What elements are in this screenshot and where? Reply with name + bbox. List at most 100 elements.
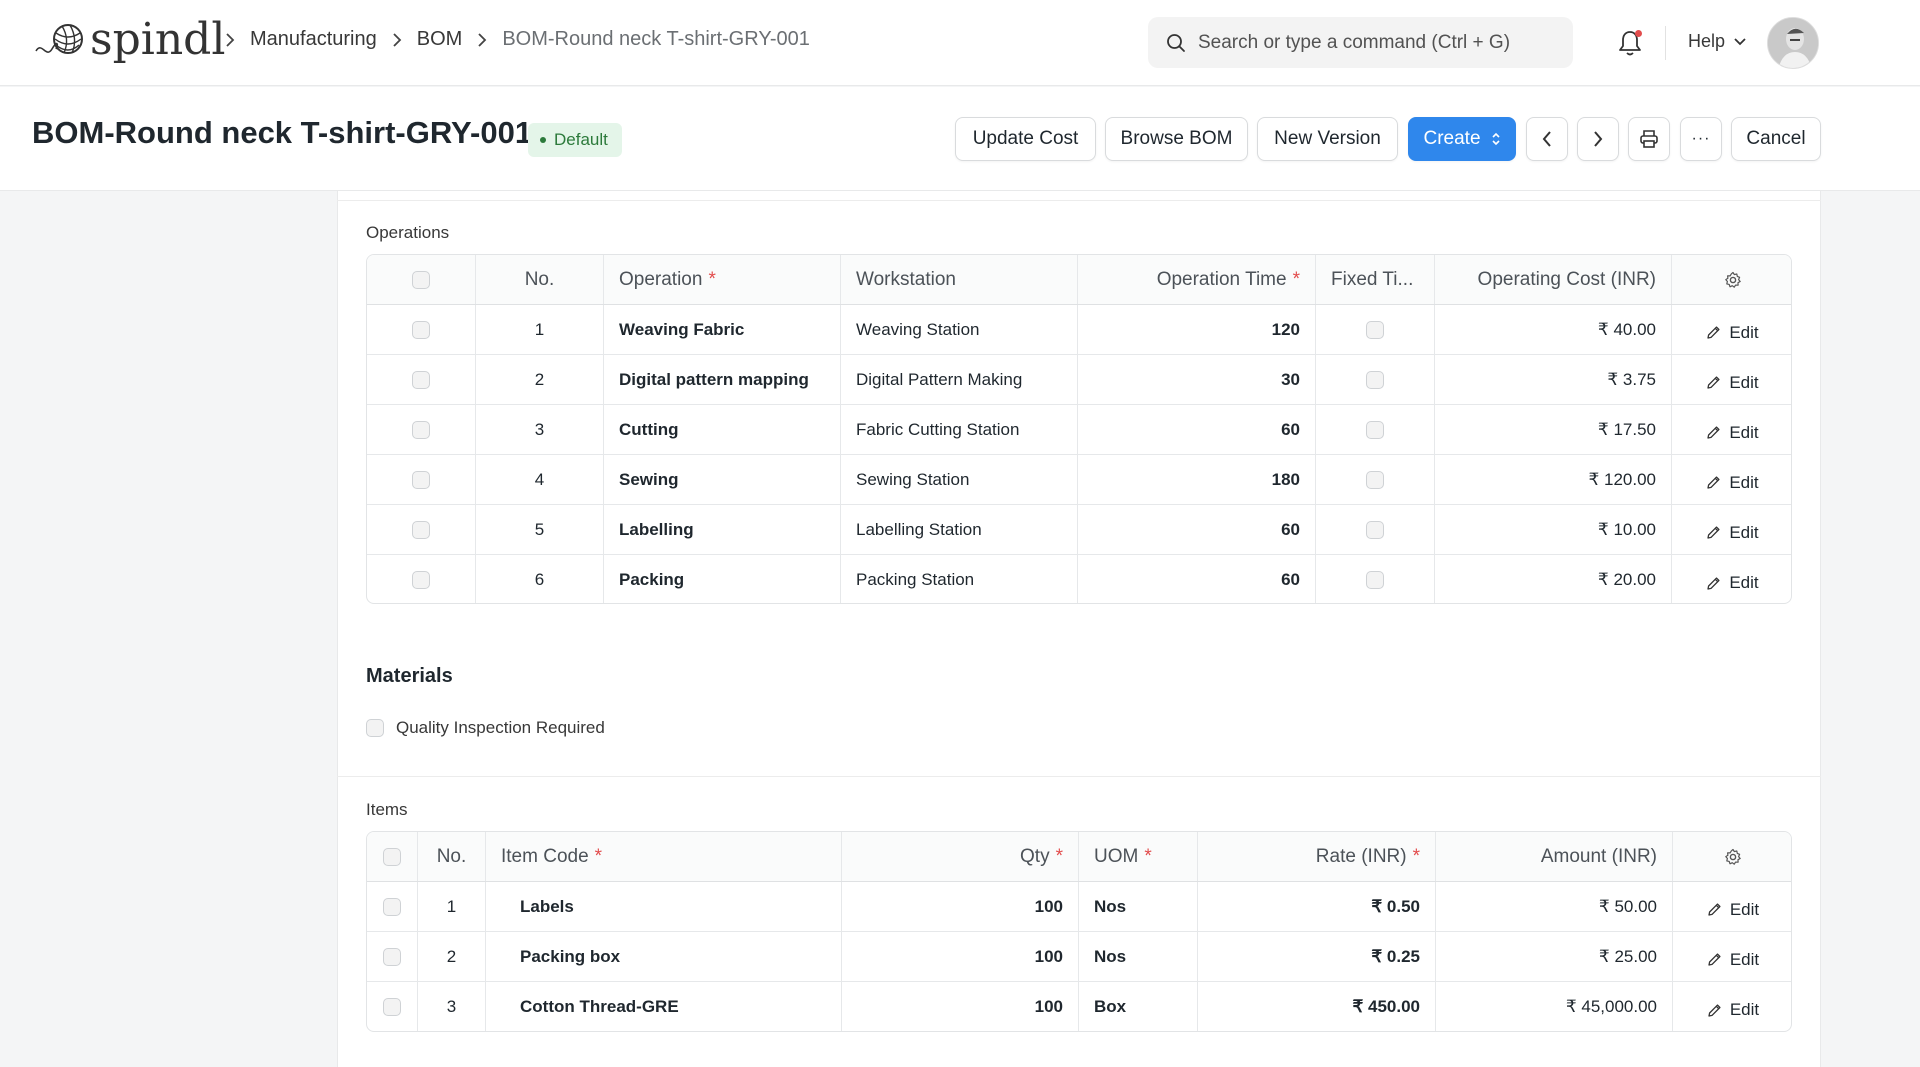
item-uom[interactable]: Nos: [1079, 882, 1198, 931]
edit-row-button[interactable]: Edit: [1672, 555, 1791, 603]
help-dropdown[interactable]: Help: [1688, 31, 1747, 52]
app-logo[interactable]: spindl: [34, 14, 225, 65]
operation-name[interactable]: Sewing: [604, 455, 841, 504]
breadcrumb-bom[interactable]: BOM: [417, 28, 463, 51]
workstation-name[interactable]: Fabric Cutting Station: [841, 405, 1078, 454]
fixed-time-checkbox[interactable]: [1366, 320, 1384, 339]
operation-row[interactable]: 4 Sewing Sewing Station 180 ₹ 120.00 Edit: [367, 455, 1791, 505]
edit-row-button[interactable]: Edit: [1672, 505, 1791, 554]
item-qty[interactable]: 100: [842, 982, 1079, 1031]
item-no[interactable]: 3: [418, 982, 486, 1031]
operation-row[interactable]: 5 Labelling Labelling Station 60 ₹ 10.00 Edit: [367, 505, 1791, 555]
operation-name[interactable]: Cutting: [604, 405, 841, 454]
operating-cost[interactable]: ₹ 40.00: [1435, 305, 1672, 354]
edit-action[interactable]: Edit: [1706, 523, 1759, 543]
column-settings-button[interactable]: [1672, 255, 1791, 304]
item-row[interactable]: 2 Packing box 100 Nos ₹ 0.25 ₹ 25.00 Edit: [367, 932, 1791, 982]
row-checkbox[interactable]: [412, 520, 430, 539]
select-all-checkbox[interactable]: [383, 847, 401, 866]
item-row[interactable]: 3 Cotton Thread-GRE 100 Box ₹ 450.00 ₹ 45,000…: [367, 982, 1791, 1031]
edit-action[interactable]: Edit: [1706, 323, 1759, 343]
create-button[interactable]: Create: [1408, 117, 1516, 161]
quality-inspection-checkbox[interactable]: [366, 719, 384, 737]
item-code[interactable]: Cotton Thread-GRE: [486, 982, 842, 1031]
operation-time[interactable]: 60: [1078, 405, 1316, 454]
edit-action[interactable]: Edit: [1707, 900, 1759, 920]
operating-cost[interactable]: ₹ 20.00: [1435, 555, 1672, 603]
item-no[interactable]: 1: [418, 882, 486, 931]
item-code[interactable]: Labels: [486, 882, 842, 931]
quality-inspection-field[interactable]: Quality Inspection Required: [366, 718, 605, 738]
new-version-button[interactable]: New Version: [1257, 117, 1398, 161]
edit-row-button[interactable]: Edit: [1673, 932, 1791, 981]
edit-action[interactable]: Edit: [1707, 950, 1759, 970]
operation-row[interactable]: 2 Digital pattern mapping Digital Pattern …: [367, 355, 1791, 405]
item-amount[interactable]: ₹ 50.00: [1436, 882, 1673, 931]
fixed-time-checkbox[interactable]: [1366, 520, 1384, 539]
item-qty[interactable]: 100: [842, 882, 1079, 931]
edit-row-button[interactable]: Edit: [1673, 882, 1791, 931]
row-checkbox[interactable]: [412, 470, 430, 489]
operation-no[interactable]: 5: [476, 505, 604, 554]
item-no[interactable]: 2: [418, 932, 486, 981]
edit-row-button[interactable]: Edit: [1672, 405, 1791, 454]
operating-cost[interactable]: ₹ 3.75: [1435, 355, 1672, 404]
fixed-time-checkbox[interactable]: [1366, 470, 1384, 489]
workstation-name[interactable]: Weaving Station: [841, 305, 1078, 354]
fixed-time-checkbox[interactable]: [1366, 571, 1384, 589]
operation-name[interactable]: Digital pattern mapping: [604, 355, 841, 404]
edit-action[interactable]: Edit: [1706, 373, 1759, 393]
edit-action[interactable]: Edit: [1706, 473, 1759, 493]
item-amount[interactable]: ₹ 25.00: [1436, 932, 1673, 981]
edit-action[interactable]: Edit: [1706, 573, 1759, 593]
item-row[interactable]: 1 Labels 100 Nos ₹ 0.50 ₹ 50.00 Edit: [367, 882, 1791, 932]
fixed-time-checkbox[interactable]: [1366, 370, 1384, 389]
column-settings-button[interactable]: [1673, 832, 1791, 881]
operation-name[interactable]: Packing: [604, 555, 841, 603]
item-uom[interactable]: Nos: [1079, 932, 1198, 981]
next-button[interactable]: [1577, 117, 1619, 161]
edit-row-button[interactable]: Edit: [1672, 455, 1791, 504]
edit-action[interactable]: Edit: [1707, 1000, 1759, 1020]
item-code[interactable]: Packing box: [486, 932, 842, 981]
edit-row-button[interactable]: Edit: [1672, 355, 1791, 404]
item-qty[interactable]: 100: [842, 932, 1079, 981]
item-rate[interactable]: ₹ 0.50: [1198, 882, 1436, 931]
operation-row[interactable]: 3 Cutting Fabric Cutting Station 60 ₹ 17.50 E…: [367, 405, 1791, 455]
operation-time[interactable]: 120: [1078, 305, 1316, 354]
row-checkbox[interactable]: [383, 897, 401, 916]
row-checkbox[interactable]: [412, 320, 430, 339]
breadcrumb-manufacturing[interactable]: Manufacturing: [250, 28, 377, 51]
select-all-checkbox[interactable]: [412, 270, 430, 289]
edit-row-button[interactable]: Edit: [1672, 305, 1791, 354]
breadcrumb-current[interactable]: BOM-Round neck T-shirt-GRY-001: [502, 28, 810, 51]
operation-no[interactable]: 2: [476, 355, 604, 404]
row-checkbox[interactable]: [383, 998, 401, 1016]
update-cost-button[interactable]: Update Cost: [955, 117, 1096, 161]
operation-no[interactable]: 4: [476, 455, 604, 504]
edit-row-button[interactable]: Edit: [1673, 982, 1791, 1031]
item-rate[interactable]: ₹ 0.25: [1198, 932, 1436, 981]
cancel-button[interactable]: Cancel: [1731, 117, 1821, 161]
item-uom[interactable]: Box: [1079, 982, 1198, 1031]
row-checkbox[interactable]: [412, 420, 430, 439]
operation-name[interactable]: Labelling: [604, 505, 841, 554]
edit-action[interactable]: Edit: [1706, 423, 1759, 443]
operation-no[interactable]: 3: [476, 405, 604, 454]
workstation-name[interactable]: Digital Pattern Making: [841, 355, 1078, 404]
workstation-name[interactable]: Labelling Station: [841, 505, 1078, 554]
operation-time[interactable]: 60: [1078, 555, 1316, 603]
item-amount[interactable]: ₹ 45,000.00: [1436, 982, 1673, 1031]
search-bar[interactable]: [1148, 17, 1573, 68]
item-rate[interactable]: ₹ 450.00: [1198, 982, 1436, 1031]
notifications-button[interactable]: [1616, 28, 1644, 58]
previous-button[interactable]: [1526, 117, 1568, 161]
fixed-time-checkbox[interactable]: [1366, 420, 1384, 439]
operation-name[interactable]: Weaving Fabric: [604, 305, 841, 354]
operating-cost[interactable]: ₹ 10.00: [1435, 505, 1672, 554]
operation-no[interactable]: 6: [476, 555, 604, 603]
operation-row[interactable]: 1 Weaving Fabric Weaving Station 120 ₹ 40.00…: [367, 305, 1791, 355]
row-checkbox[interactable]: [412, 571, 430, 589]
operation-time[interactable]: 60: [1078, 505, 1316, 554]
more-options-button[interactable]: ···: [1680, 117, 1722, 161]
